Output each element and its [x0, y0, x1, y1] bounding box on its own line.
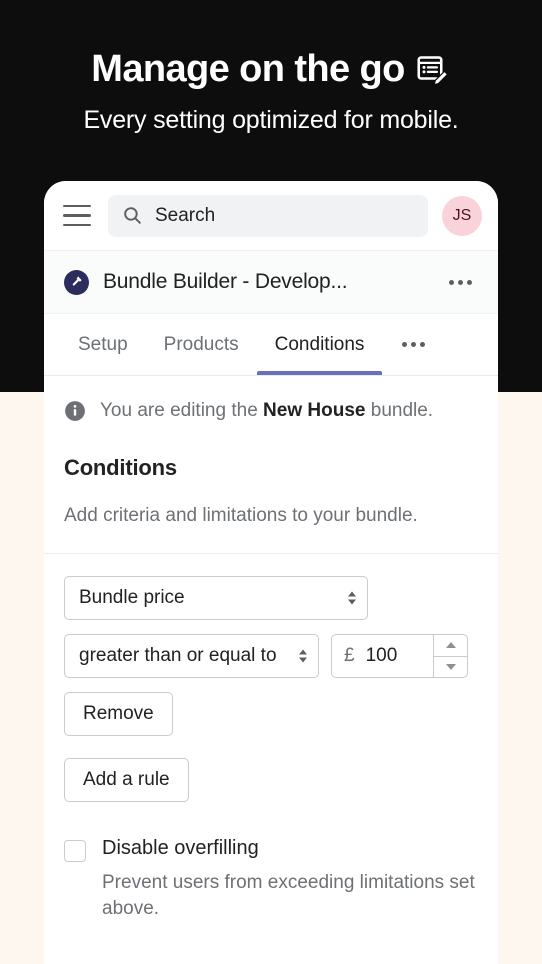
- section-title: Conditions: [64, 455, 177, 480]
- banner-text-after: bundle.: [365, 400, 434, 421]
- app-topbar: Search JS: [44, 181, 498, 251]
- search-icon: [122, 205, 143, 226]
- disable-overfilling-text: Disable overfilling Prevent users from e…: [102, 836, 478, 921]
- condition-field-select-value: Bundle price: [79, 587, 185, 608]
- page-title: Manage on the go: [0, 48, 542, 92]
- hamburger-menu-icon[interactable]: [60, 202, 94, 230]
- condition-field-select[interactable]: Bundle price: [64, 576, 368, 620]
- disable-overfilling-checkbox[interactable]: [64, 840, 86, 862]
- app-title-row: Bundle Builder - Develop...: [44, 251, 498, 314]
- tab-overflow-button[interactable]: [382, 314, 445, 375]
- info-banner: You are editing the New House bundle.: [44, 376, 498, 447]
- hammer-app-icon: [64, 269, 89, 295]
- phone-mockup: Search JS Bundle Builder - Develop... Se…: [44, 181, 498, 964]
- add-rule-button[interactable]: Add a rule: [64, 758, 189, 802]
- section-description: Add criteria and limitations to your bun…: [64, 505, 418, 526]
- info-circle-icon: [64, 400, 86, 427]
- condition-operator-select-value: greater than or equal to: [79, 645, 277, 666]
- page-subtitle: Every setting optimized for mobile.: [83, 105, 459, 134]
- info-banner-text: You are editing the New House bundle.: [100, 398, 433, 424]
- stepper-increment-button[interactable]: [434, 635, 467, 656]
- stepper-decrement-button[interactable]: [434, 655, 467, 678]
- app-title: Bundle Builder - Develop...: [103, 270, 348, 293]
- search-input-value: Search: [155, 204, 216, 226]
- page-title-text: Manage on the go: [91, 48, 405, 90]
- disable-overfilling-help: Prevent users from exceeding limitations…: [102, 872, 475, 919]
- amount-field-inner[interactable]: £ 100: [332, 635, 433, 677]
- banner-text-before: You are editing the: [100, 400, 264, 421]
- conditions-section-header: Conditions Add criteria and limitations …: [44, 447, 498, 554]
- avatar[interactable]: JS: [442, 195, 482, 236]
- hero-section: Manage on the go Every setting optimized…: [0, 0, 542, 135]
- search-input[interactable]: Search: [108, 194, 428, 237]
- amount-value: 100: [365, 645, 398, 666]
- add-rule-row: Add a rule: [64, 758, 478, 802]
- tab-products[interactable]: Products: [146, 314, 257, 375]
- tab-bar: Setup Products Conditions: [44, 314, 498, 376]
- amount-field[interactable]: £ 100: [331, 634, 468, 678]
- operator-amount-row: greater than or equal to £ 100: [64, 634, 478, 678]
- field-select-row: Bundle price: [64, 576, 478, 620]
- conditions-form: Bundle price greater than or equal to £ …: [44, 554, 498, 802]
- disable-overfilling-label: Disable overfilling: [102, 837, 259, 859]
- tab-conditions[interactable]: Conditions: [256, 314, 383, 375]
- more-horizontal-icon: [396, 336, 431, 353]
- more-horizontal-icon[interactable]: [443, 274, 478, 291]
- remove-button[interactable]: Remove: [64, 692, 173, 736]
- banner-bundle-name: New House: [263, 400, 366, 421]
- select-updown-icon: [348, 591, 356, 605]
- tab-setup[interactable]: Setup: [60, 314, 146, 375]
- disable-overfilling-block: Disable overfilling Prevent users from e…: [44, 828, 498, 921]
- remove-row: Remove: [64, 692, 478, 736]
- select-updown-icon: [299, 649, 307, 663]
- condition-operator-select[interactable]: greater than or equal to: [64, 634, 319, 678]
- form-edit-icon: [415, 53, 451, 89]
- currency-prefix: £: [344, 645, 355, 666]
- quantity-stepper[interactable]: [433, 635, 467, 677]
